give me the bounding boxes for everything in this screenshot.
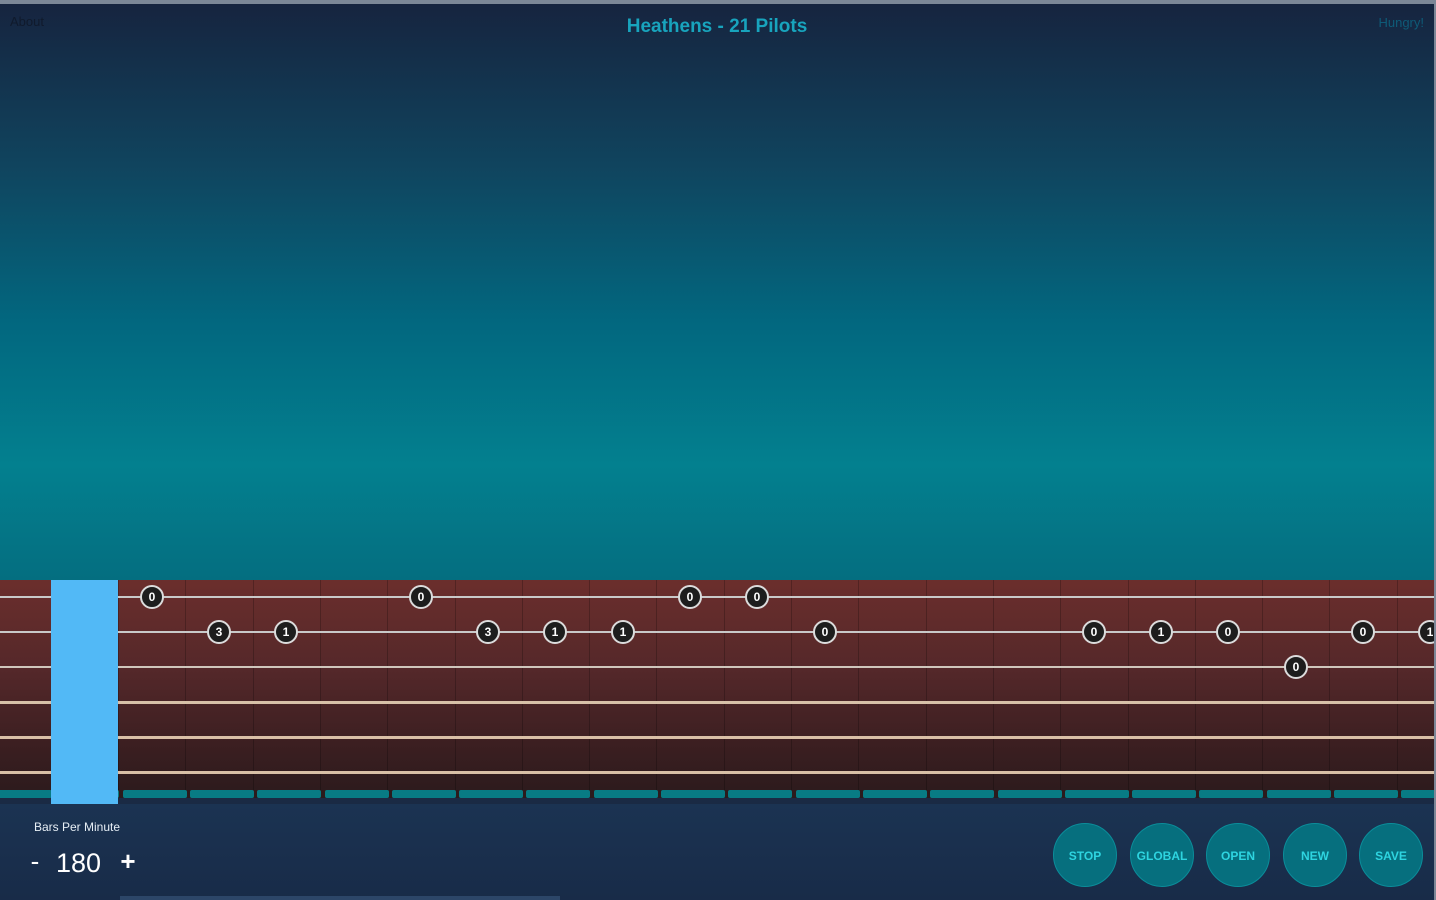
fret-line: [589, 580, 590, 790]
fret-line: [1329, 580, 1330, 790]
fret-line: [1128, 580, 1129, 790]
beat-marker: [1199, 790, 1263, 798]
tab-note[interactable]: 1: [1149, 620, 1173, 644]
fret-line: [118, 580, 119, 790]
tab-note[interactable]: 0: [745, 585, 769, 609]
playhead-marker[interactable]: [51, 580, 118, 804]
stop-button[interactable]: STOP: [1053, 823, 1117, 887]
tab-note[interactable]: 0: [140, 585, 164, 609]
fret-line: [791, 580, 792, 790]
horizontal-scrollbar[interactable]: [120, 896, 560, 900]
fret-line: [455, 580, 456, 790]
fret-line: [858, 580, 859, 790]
fret-line: [522, 580, 523, 790]
beat-marker: [459, 790, 523, 798]
string-line: [0, 771, 1436, 774]
tab-note[interactable]: 1: [611, 620, 635, 644]
beat-marker: [1334, 790, 1398, 798]
background-gradient: [0, 4, 1434, 580]
fret-line: [320, 580, 321, 790]
beat-marker: [930, 790, 994, 798]
beat-marker: [0, 790, 52, 798]
fret-line: [656, 580, 657, 790]
beat-marker: [123, 790, 187, 798]
fret-line: [724, 580, 725, 790]
beat-marker: [863, 790, 927, 798]
fret-line: [926, 580, 927, 790]
beat-marker: [728, 790, 792, 798]
open-button[interactable]: OPEN: [1206, 823, 1270, 887]
tab-note[interactable]: 0: [1351, 620, 1375, 644]
fretboard[interactable]: 0310311000010001: [0, 580, 1436, 804]
string-line: [0, 736, 1436, 739]
string-line: [0, 596, 1436, 598]
tab-note[interactable]: 0: [409, 585, 433, 609]
beat-marker: [1267, 790, 1331, 798]
bpm-decrease-button[interactable]: -: [26, 846, 44, 877]
fret-line: [993, 580, 994, 790]
beat-marker: [1401, 790, 1436, 798]
hungry-link[interactable]: Hungry!: [1378, 15, 1424, 30]
fret-line: [1397, 580, 1398, 790]
tab-note[interactable]: 1: [543, 620, 567, 644]
tab-note[interactable]: 0: [1216, 620, 1240, 644]
beat-marker: [325, 790, 389, 798]
beat-marker: [998, 790, 1062, 798]
app-window: About Heathens - 21 Pilots Hungry! 03103…: [0, 0, 1436, 900]
beat-marker: [796, 790, 860, 798]
beat-marker: [1065, 790, 1129, 798]
tab-note[interactable]: 0: [813, 620, 837, 644]
fret-line: [253, 580, 254, 790]
new-button[interactable]: NEW: [1283, 823, 1347, 887]
beat-marker: [594, 790, 658, 798]
save-button[interactable]: SAVE: [1359, 823, 1423, 887]
song-title: Heathens - 21 Pilots: [626, 16, 808, 37]
tab-note[interactable]: 0: [1082, 620, 1106, 644]
bpm-value: 180: [56, 848, 102, 878]
tab-note[interactable]: 1: [274, 620, 298, 644]
tab-note[interactable]: 0: [1284, 655, 1308, 679]
fret-line: [1060, 580, 1061, 790]
beat-marker: [1132, 790, 1196, 798]
beat-marker: [257, 790, 321, 798]
global-button[interactable]: GLOBAL: [1130, 823, 1194, 887]
beat-marker: [190, 790, 254, 798]
beat-marker: [392, 790, 456, 798]
fret-line: [185, 580, 186, 790]
fret-line: [1262, 580, 1263, 790]
beat-marker: [526, 790, 590, 798]
string-line: [0, 666, 1436, 668]
fret-line: [387, 580, 388, 790]
tab-note[interactable]: 0: [678, 585, 702, 609]
fret-line: [1195, 580, 1196, 790]
tab-note[interactable]: 3: [207, 620, 231, 644]
bpm-increase-button[interactable]: +: [118, 846, 138, 877]
tab-note[interactable]: 3: [476, 620, 500, 644]
bpm-label: Bars Per Minute: [34, 820, 121, 834]
string-line: [0, 701, 1436, 704]
beat-marker: [661, 790, 725, 798]
